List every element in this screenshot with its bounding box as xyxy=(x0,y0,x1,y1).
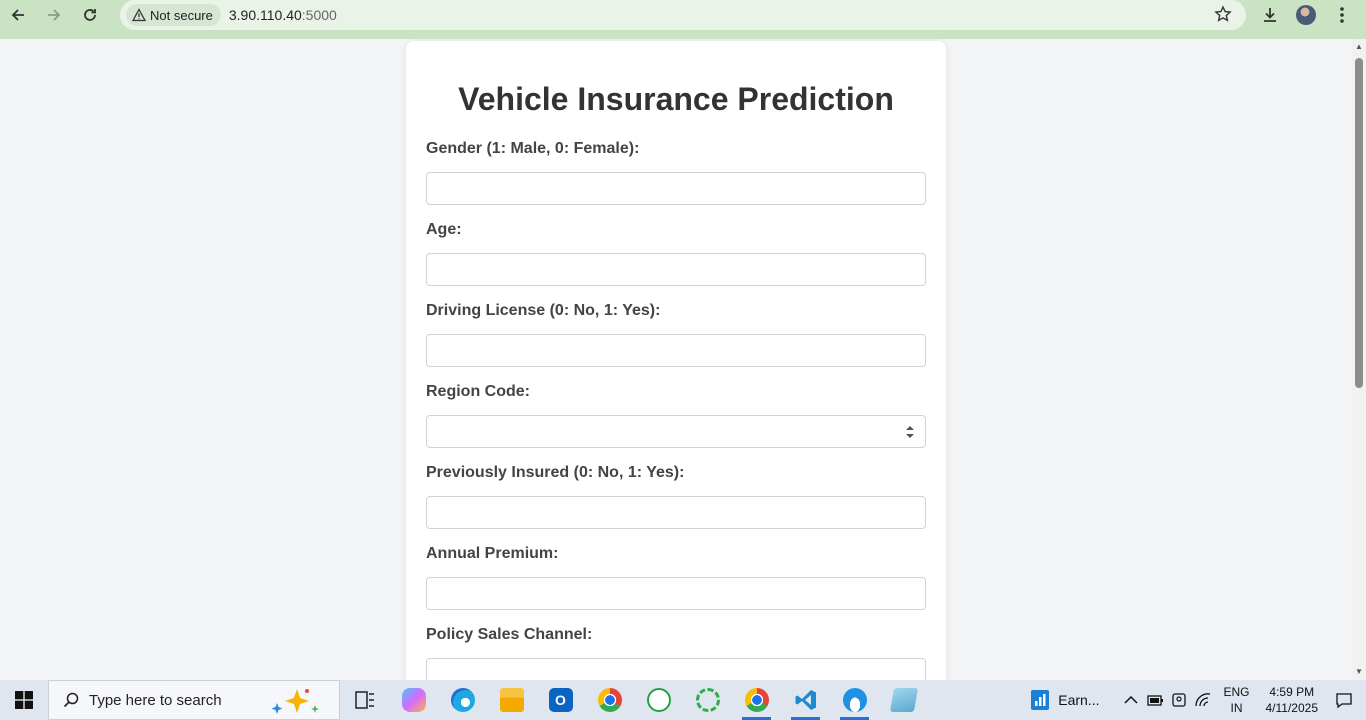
outlook-app[interactable]: O xyxy=(536,680,585,720)
scroll-down-icon[interactable]: ▼ xyxy=(1355,668,1363,676)
profile-avatar[interactable] xyxy=(1292,0,1320,30)
whatsapp-app[interactable] xyxy=(634,680,683,720)
edge-app[interactable] xyxy=(438,680,487,720)
policy-sales-channel-label: Policy Sales Channel: xyxy=(426,626,593,643)
back-arrow-icon xyxy=(11,9,24,21)
scroll-up-icon[interactable]: ▲ xyxy=(1355,43,1363,51)
wifi-icon xyxy=(1195,693,1211,707)
scroll-thumb[interactable] xyxy=(1355,58,1363,388)
number-spinner-icon[interactable] xyxy=(905,425,915,439)
chevron-up-icon xyxy=(1124,695,1139,704)
notepad-icon xyxy=(889,688,918,712)
menu-kebab-icon[interactable] xyxy=(1328,0,1356,30)
driving-license-input[interactable] xyxy=(426,334,926,367)
meet-now-button[interactable] xyxy=(1167,680,1191,720)
chrome-profile-app[interactable] xyxy=(732,680,781,720)
bookmark-star-icon[interactable] xyxy=(1214,5,1232,28)
warning-icon xyxy=(132,8,146,22)
page-viewport: Vehicle Insurance Prediction Gender (1: … xyxy=(0,39,1352,680)
search-placeholder: Type here to search xyxy=(89,691,222,709)
search-icon xyxy=(63,692,79,708)
annual-premium-label: Annual Premium: xyxy=(426,545,559,562)
url-port: :5000 xyxy=(301,7,337,23)
battery-icon xyxy=(1147,695,1164,706)
download-icon[interactable] xyxy=(1256,0,1284,30)
reload-button[interactable] xyxy=(72,0,108,30)
back-button[interactable] xyxy=(0,0,36,30)
chrome-profile-icon xyxy=(744,688,769,712)
task-view-icon xyxy=(354,691,374,709)
widget-earnings[interactable]: Earn... xyxy=(1030,689,1099,711)
copilot-icon xyxy=(401,688,426,712)
file-explorer-app[interactable] xyxy=(487,680,536,720)
previously-insured-label: Previously Insured (0: No, 1: Yes): xyxy=(426,464,685,481)
network-button[interactable] xyxy=(1191,680,1215,720)
previously-insured-input[interactable] xyxy=(426,496,926,529)
age-input[interactable] xyxy=(426,253,926,286)
toolbar-divider xyxy=(0,30,1366,39)
url-host: 3.90.110.40 xyxy=(228,7,302,23)
show-hidden-icons-button[interactable] xyxy=(1119,680,1143,720)
system-tray: Earn... ENG IN 4:59 PM 4/11/2025 xyxy=(1030,680,1366,720)
meet-now-icon xyxy=(1172,693,1187,707)
clock-time: 4:59 PM xyxy=(1269,685,1315,699)
region-code-input[interactable] xyxy=(426,415,926,448)
driving-license-label: Driving License (0: No, 1: Yes): xyxy=(426,302,661,319)
clock-date: 4/11/2025 xyxy=(1265,701,1319,715)
security-label: Not secure xyxy=(150,7,213,23)
outlook-icon: O xyxy=(548,688,573,712)
gender-label: Gender (1: Male, 0: Female): xyxy=(426,140,640,157)
folder-icon xyxy=(499,688,524,712)
clock[interactable]: 4:59 PM 4/11/2025 xyxy=(1266,684,1319,716)
form-card: Vehicle Insurance Prediction Gender (1: … xyxy=(406,41,946,680)
vscode-icon xyxy=(795,690,816,710)
notification-icon xyxy=(1336,693,1352,709)
region-code: IN xyxy=(1230,701,1243,715)
chrome-icon xyxy=(597,688,622,712)
circular-progress-icon xyxy=(695,688,720,712)
start-button[interactable] xyxy=(0,680,48,720)
page-title: Vehicle Insurance Prediction xyxy=(458,81,894,117)
docker-icon xyxy=(842,688,867,712)
language-indicator[interactable]: ENG IN xyxy=(1223,684,1249,716)
forward-arrow-icon xyxy=(48,9,61,21)
age-label: Age: xyxy=(426,221,462,238)
policy-sales-channel-input[interactable] xyxy=(426,658,926,680)
task-view-button[interactable] xyxy=(340,680,389,720)
notepad-app[interactable] xyxy=(879,680,928,720)
security-chip[interactable]: Not secure xyxy=(126,4,221,26)
copilot-app[interactable] xyxy=(389,680,438,720)
forward-button[interactable] xyxy=(36,0,72,30)
taskbar: Type here to search O Earn... ENG IN 4:5… xyxy=(0,680,1366,720)
notifications-button[interactable] xyxy=(1332,680,1356,720)
chart-widget-icon xyxy=(1031,690,1050,710)
gender-input[interactable] xyxy=(426,172,926,205)
annual-premium-input[interactable] xyxy=(426,577,926,610)
copilot-sparkle-icon xyxy=(271,689,319,714)
address-bar[interactable]: Not secure 3.90.110.40:5000 xyxy=(120,0,1246,30)
progress-app[interactable] xyxy=(683,680,732,720)
language-code: ENG xyxy=(1223,685,1250,699)
battery-button[interactable] xyxy=(1143,680,1167,720)
chrome-app[interactable] xyxy=(585,680,634,720)
docker-app[interactable] xyxy=(830,680,879,720)
page-scrollbar[interactable]: ▲ ▼ xyxy=(1352,39,1366,680)
region-code-label: Region Code: xyxy=(426,383,530,400)
edge-icon xyxy=(450,688,475,712)
widget-label: Earn... xyxy=(1058,692,1100,708)
toolbar-right xyxy=(1256,0,1366,30)
taskbar-search[interactable]: Type here to search xyxy=(48,680,340,720)
whatsapp-icon xyxy=(646,688,671,712)
windows-icon xyxy=(15,691,33,709)
reload-icon xyxy=(84,9,96,21)
url-text: 3.90.110.40:5000 xyxy=(229,7,337,23)
vscode-app[interactable] xyxy=(781,680,830,720)
